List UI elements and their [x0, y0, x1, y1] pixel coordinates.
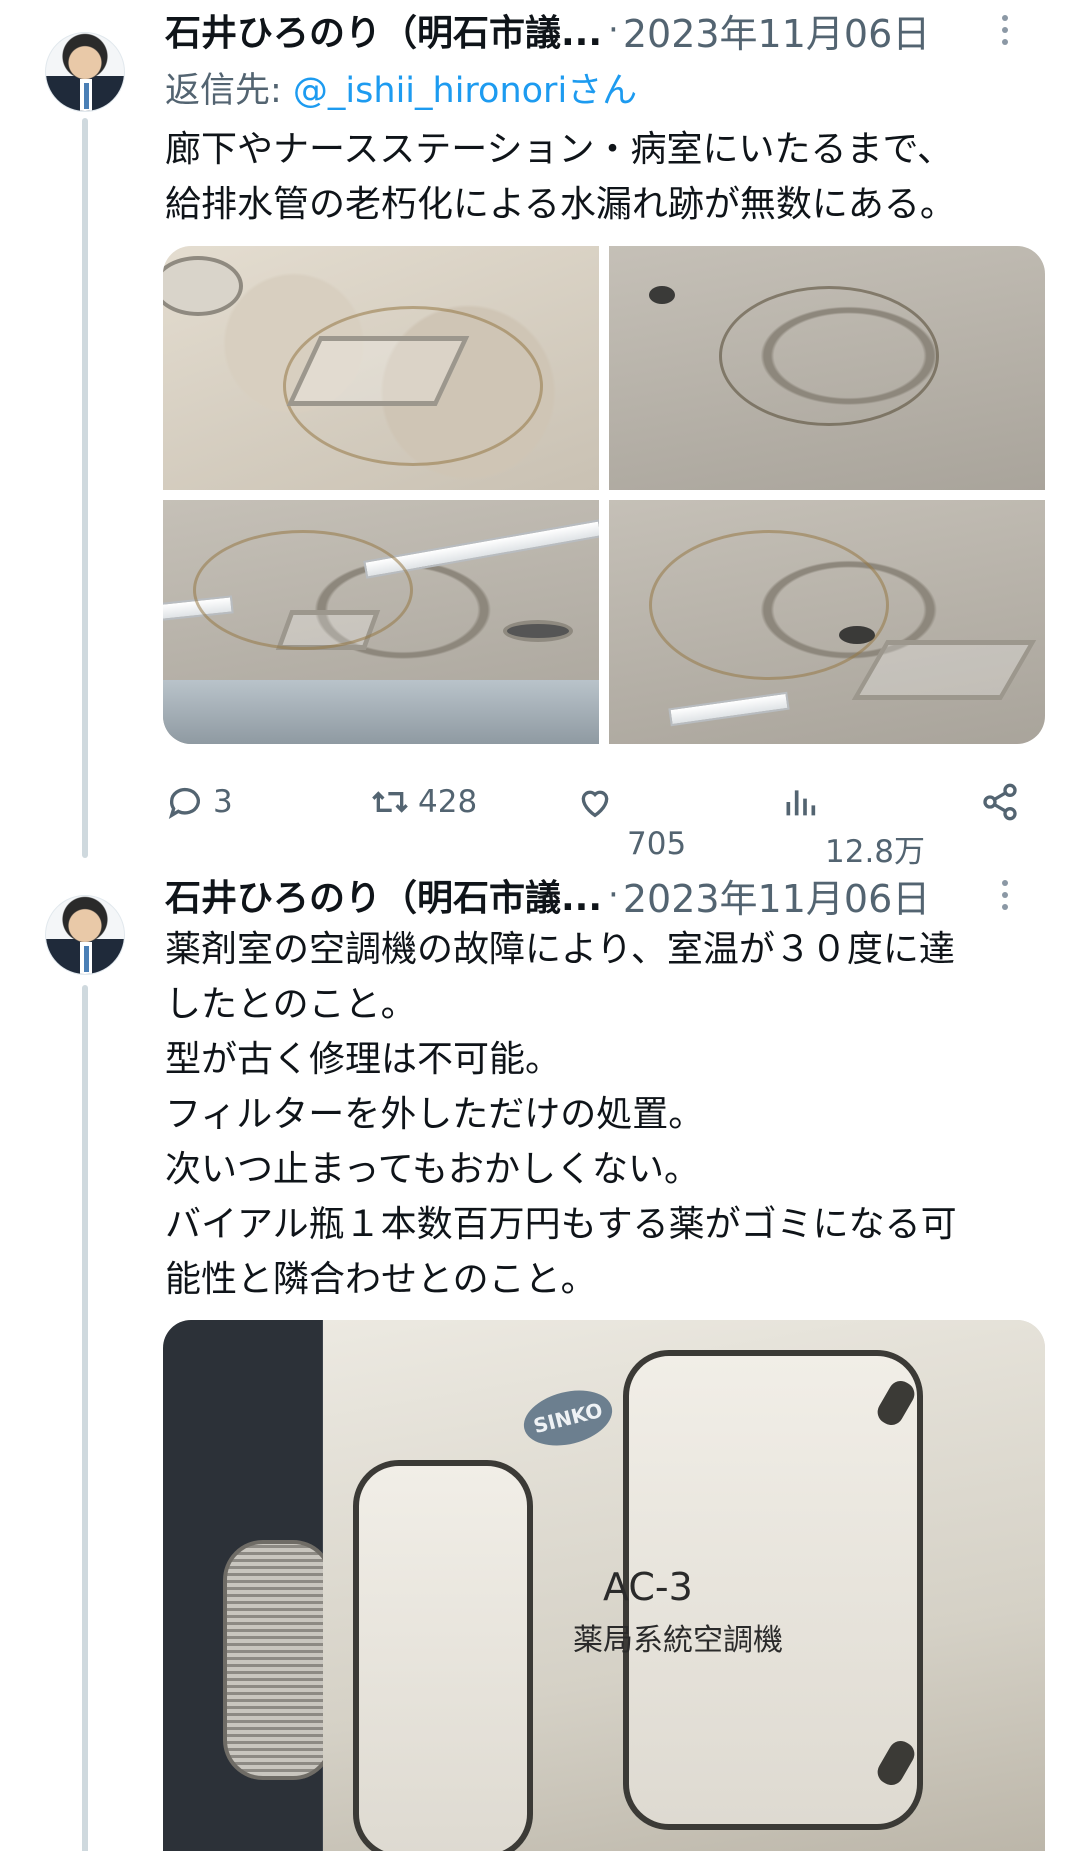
views-count: 12.8万 [825, 834, 926, 870]
unit-id-label: AC-3 [603, 1565, 693, 1609]
tweet-photo[interactable] [163, 500, 599, 744]
retweet-icon [372, 791, 408, 813]
tweet-photo[interactable] [609, 246, 1045, 490]
ac-grille [223, 1540, 333, 1780]
ac-door-left [353, 1460, 533, 1851]
like-button[interactable] [575, 782, 615, 822]
like-count: 705 [627, 826, 687, 862]
views-button[interactable] [780, 782, 820, 822]
tweet-date[interactable]: 2023年11月06日 [623, 3, 930, 58]
tweet-date[interactable]: 2023年11月06日 [623, 868, 930, 923]
like-icon [581, 790, 609, 818]
reply-button[interactable]: 3 [165, 782, 233, 822]
tweet-text-line: 廊下やナースステーション・病室にいたるまで、 [165, 129, 954, 170]
views-icon [786, 790, 816, 816]
separator: · [608, 875, 619, 915]
retweet-count: 428 [418, 784, 478, 820]
reply-count: 3 [213, 784, 233, 820]
tweet-text-line: したとのこと。 [165, 984, 417, 1025]
tweet-text: 廊下やナースステーション・病室にいたるまで、 給排水管の老朽化による水漏れ跡が無… [165, 122, 1045, 232]
tweet-text: 薬剤室の空調機の故障により、室温が３０度に達 したとのこと。 型が古く修理は不可… [165, 922, 1045, 1307]
thread-line [82, 118, 88, 858]
retweet-button[interactable]: 428 [370, 782, 477, 822]
separator: · [608, 10, 619, 50]
tweet-header: 石井ひろのり（明石市議... · 2023年11月06日 [165, 868, 1045, 923]
tweet-text-line: 次いつ止まってもおかしくない。 [165, 1149, 700, 1190]
media-grid [163, 246, 1045, 744]
tweet-photo[interactable] [163, 246, 599, 490]
tweet-text-line: フィルターを外しただけの処置。 [165, 1094, 705, 1135]
reply-icon [168, 787, 200, 819]
more-vertical-icon[interactable] [985, 874, 1025, 918]
tweet-photo[interactable] [609, 500, 1045, 744]
tweet-text-line: 型が古く修理は不可能。 [165, 1039, 562, 1080]
more-vertical-icon[interactable] [985, 9, 1025, 53]
author-name[interactable]: 石井ひろのり（明石市議... [165, 869, 602, 921]
tweet-text-line: 能性と隣合わせとのこと。 [165, 1259, 597, 1300]
brand-plate: SINKO [518, 1381, 618, 1455]
share-button[interactable] [980, 782, 1020, 822]
tweet-photo[interactable]: SINKO AC-3 薬局系統空調機 [163, 1320, 1045, 1851]
tweet-text-line: 給排水管の老朽化による水漏れ跡が無数にある。 [165, 184, 956, 225]
tweet-actions: 3 428 705 12.8万 [165, 770, 1045, 870]
air-conditioner-unit: SINKO AC-3 薬局系統空調機 [323, 1320, 1045, 1851]
share-icon [983, 783, 1017, 821]
reply-to-prefix: 返信先: [165, 71, 293, 111]
reply-to-handle[interactable]: @_ishii_hironoriさん [293, 71, 637, 111]
tweet-header: 石井ひろのり（明石市議... · 2023年11月06日 [165, 3, 1045, 58]
avatar[interactable] [45, 895, 125, 975]
thread-line [82, 985, 88, 1851]
unit-name-label: 薬局系統空調機 [573, 1623, 783, 1658]
tweet-text-line: バイアル瓶１本数百万円もする薬がゴミになる可 [165, 1204, 957, 1245]
author-name[interactable]: 石井ひろのり（明石市議... [165, 4, 602, 56]
tweet-text-line: 薬剤室の空調機の故障により、室温が３０度に達 [165, 929, 955, 970]
avatar[interactable] [45, 32, 125, 112]
reply-to: 返信先: @_ishii_hironoriさん [165, 62, 637, 113]
